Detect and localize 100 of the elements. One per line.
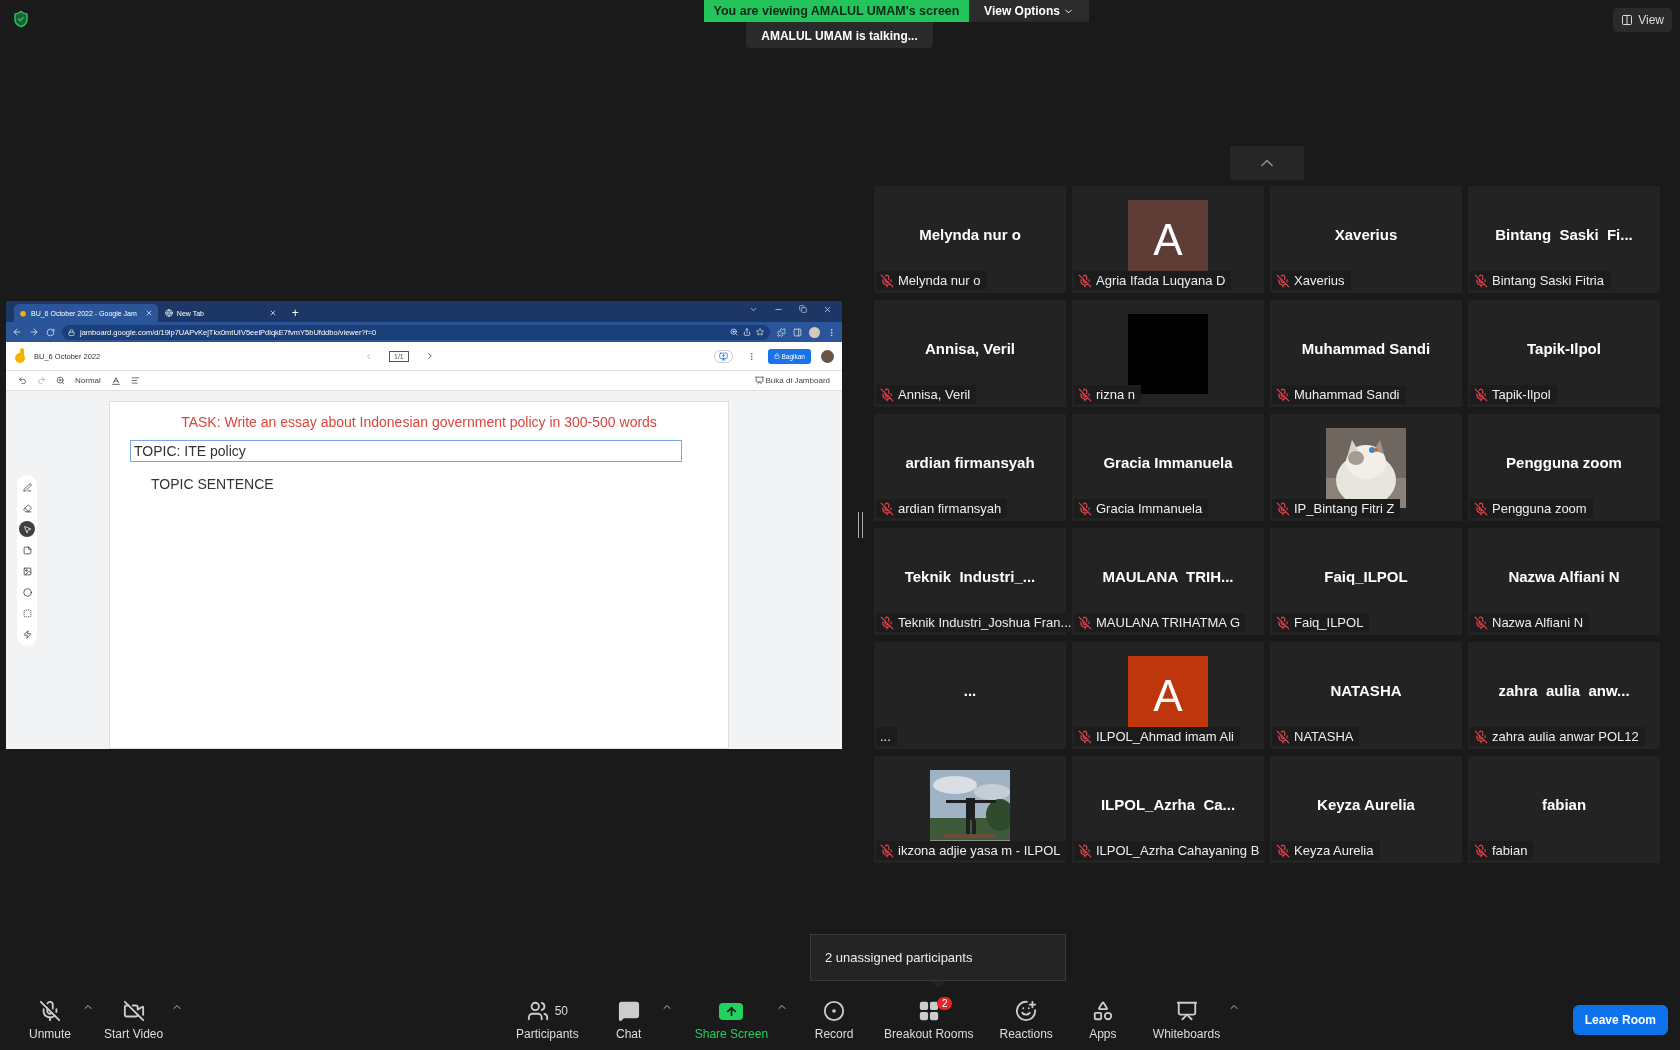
participant-name: Tapik-Ilpol xyxy=(1527,340,1601,357)
participant-name: Pengguna zoom xyxy=(1506,454,1622,471)
participant-name: fabian xyxy=(1541,796,1587,813)
lock-icon xyxy=(773,353,780,359)
participant-label-text: Tapik-Ilpol xyxy=(1492,387,1551,402)
avatar-icon[interactable] xyxy=(821,349,834,363)
restore-icon[interactable] xyxy=(799,305,807,313)
viewing-banner: You are viewing AMALUL UMAM's screen xyxy=(704,0,969,22)
participant-label-text: ... xyxy=(880,729,891,744)
participant-label-text: Xaverius xyxy=(1294,273,1345,288)
participant-label-text: zahra aulia anwar POL12 xyxy=(1492,729,1639,744)
chat-button[interactable]: Chat xyxy=(598,995,659,1045)
participant-name: Muhammad Sandi xyxy=(1301,340,1431,357)
participant-label-text: fabian xyxy=(1492,843,1528,858)
participant-label-text: Bintang Saski Fitria xyxy=(1492,273,1604,288)
participant-label-text: Pengguna zoom xyxy=(1492,501,1587,516)
align-icon[interactable] xyxy=(130,376,140,385)
present-icon xyxy=(718,351,728,361)
participant-label-text: Faiq_ILPOL xyxy=(1294,615,1364,630)
participant-label-text: IP_Bintang Fitri Z xyxy=(1294,501,1395,516)
participant-name: Annisa, Veril xyxy=(924,340,1015,357)
participant-name: Keyza Aurelia xyxy=(1317,796,1415,813)
record-button[interactable]: Record xyxy=(804,995,865,1045)
participant-label-text: Keyza Aurelia xyxy=(1294,843,1374,858)
record-icon xyxy=(823,1000,846,1022)
participant-name: ardian firmansyah xyxy=(905,454,1035,471)
close-icon[interactable] xyxy=(823,305,832,314)
participant-label-text: Teknik Industri_Joshua Fran... xyxy=(898,615,1072,630)
participant-label-text: Annisa, Veril xyxy=(898,387,971,402)
participant-name: ILPOL_Azrha Ca... xyxy=(1100,796,1236,813)
participant-label-text: Melynda nur o xyxy=(898,273,981,288)
participant-name: Xaverius xyxy=(1334,226,1398,243)
view-button[interactable]: View xyxy=(1613,8,1672,32)
muted-mic-icon xyxy=(39,1000,61,1022)
topic-sentence-text: TOPIC SENTENCE xyxy=(151,476,275,492)
reload-icon[interactable] xyxy=(46,327,55,337)
menu-icon[interactable] xyxy=(827,327,836,337)
pointer-icon[interactable] xyxy=(19,521,35,537)
layout-icon xyxy=(1621,14,1634,26)
whiteboard-icon xyxy=(1175,1000,1198,1022)
globe-icon xyxy=(164,309,173,317)
board-icon xyxy=(754,376,764,385)
task-text: TASK: Write an essay about Indonesian government policy in 300-500 words xyxy=(180,414,658,430)
participants-button[interactable]: 50 Participants xyxy=(510,995,585,1045)
back-icon[interactable] xyxy=(12,327,22,337)
participant-label-text: rizna n xyxy=(1096,387,1136,402)
participant-label-text: Nazwa Alfiani N xyxy=(1492,615,1584,630)
count-badge: 2 xyxy=(936,997,953,1010)
participant-name: MAULANA TRIH... xyxy=(1102,568,1234,585)
apps-button[interactable]: Apps xyxy=(1072,995,1133,1045)
forward-icon[interactable] xyxy=(29,327,39,337)
topic-text-box[interactable]: TOPIC: ITE policy xyxy=(130,440,682,462)
leave-room-button[interactable]: Leave Room xyxy=(1572,1005,1668,1035)
text-color-icon[interactable] xyxy=(110,375,121,386)
extensions-icon[interactable] xyxy=(777,327,786,337)
participant-label-text: Gracia Immanuela xyxy=(1096,501,1203,516)
participant-label-text: Muhammad Sandi xyxy=(1294,387,1400,402)
close-icon[interactable] xyxy=(268,309,277,317)
unmute-button[interactable]: Unmute xyxy=(20,995,80,1045)
zoom-icon[interactable] xyxy=(56,376,65,385)
participant-label-text: ardian firmansyah xyxy=(898,501,1002,516)
participant-label-text: NATASHA xyxy=(1294,729,1354,744)
participants-icon xyxy=(526,1000,549,1022)
participant-label-text: ILPOL_Azrha Cahayaning B xyxy=(1096,843,1260,858)
shield-icon[interactable] xyxy=(12,10,30,28)
participant-name: ... xyxy=(963,682,977,699)
grid-icon xyxy=(917,1000,940,1022)
share-button[interactable]: Share Screen xyxy=(688,995,775,1045)
new-tab-button[interactable]: + xyxy=(291,306,299,320)
reactions-button[interactable]: Reactions xyxy=(993,995,1059,1045)
side-panel-icon[interactable] xyxy=(793,327,802,337)
participant-name: NATASHA xyxy=(1330,682,1402,699)
avatar-icon[interactable] xyxy=(809,326,820,338)
star-icon[interactable] xyxy=(756,328,764,336)
participant-name: Faiq_ILPOL xyxy=(1324,568,1408,585)
participant-name: Melynda nur o xyxy=(919,226,1021,243)
chat-icon xyxy=(617,1000,640,1022)
video-button[interactable]: Start Video xyxy=(98,995,170,1045)
undo-icon[interactable] xyxy=(18,376,27,385)
lock-icon xyxy=(68,328,75,336)
arrow-up-icon xyxy=(724,1004,738,1018)
view-options-button[interactable]: View Options xyxy=(969,0,1089,22)
participant-name: Nazwa Alfiani N xyxy=(1508,568,1620,585)
open-in-jamboard-link[interactable]: Buka di Jamboard xyxy=(754,376,830,385)
participant-name: zahra aulia anw... xyxy=(1498,682,1630,699)
share-icon[interactable] xyxy=(743,328,751,336)
chevron-icon[interactable] xyxy=(749,305,758,314)
video-off-icon xyxy=(122,1000,145,1022)
participant-name: Bintang Saski Fi... xyxy=(1495,226,1633,243)
text-style-select[interactable]: Normal xyxy=(75,376,101,385)
resize-handle[interactable] xyxy=(857,512,863,538)
apps-icon xyxy=(1091,1000,1114,1022)
whiteboards-button[interactable]: Whiteboards xyxy=(1146,995,1227,1045)
jamboard-logo-icon xyxy=(14,348,26,364)
popup-pointer xyxy=(931,981,945,988)
close-icon[interactable] xyxy=(144,309,153,317)
breakout-button[interactable]: 2 Breakout Rooms xyxy=(878,995,980,1045)
participant-label-text: MAULANA TRIHATMA G xyxy=(1096,615,1240,630)
smile-icon xyxy=(1015,1000,1038,1022)
unassigned-participants-popup: 2 unassigned participants xyxy=(810,934,1066,981)
